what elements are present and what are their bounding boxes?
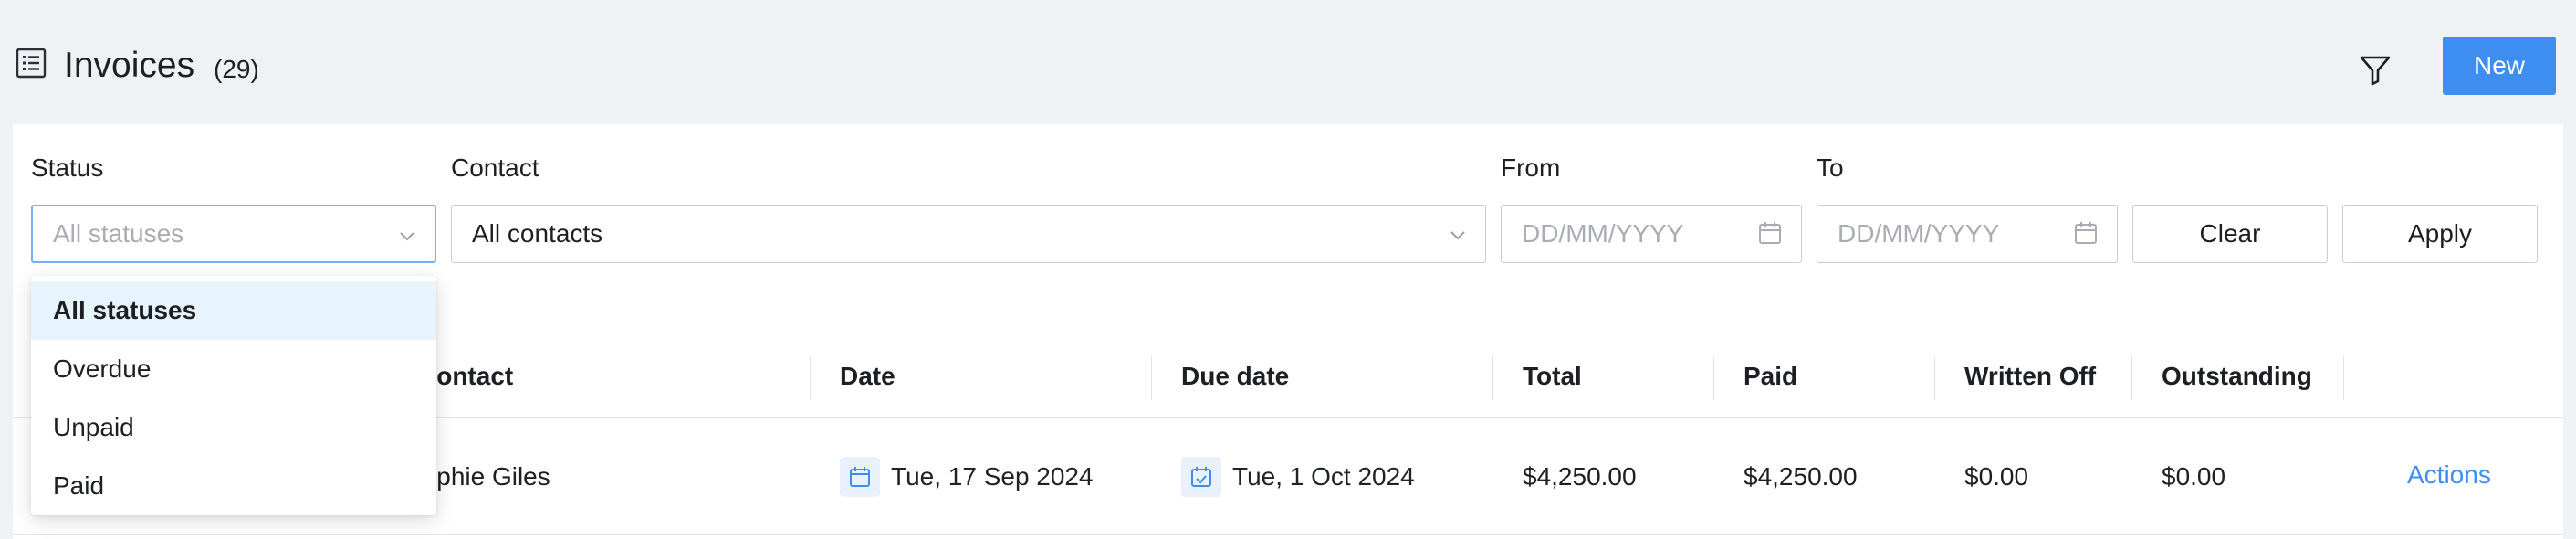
list-icon xyxy=(16,48,47,79)
column-header-outstanding[interactable]: Outstanding xyxy=(2162,356,2312,396)
cell-total: $4,250.00 xyxy=(1523,462,1637,491)
from-date-label: From xyxy=(1501,153,1561,182)
contact-select[interactable]: All contacts xyxy=(451,205,1486,263)
column-header-date[interactable]: Date xyxy=(840,356,895,396)
to-date-placeholder: DD/MM/YYYY xyxy=(1838,219,2000,248)
column-divider xyxy=(1492,356,1493,400)
column-header-total[interactable]: Total xyxy=(1523,356,1582,396)
column-header-due-date[interactable]: Due date xyxy=(1181,356,1289,396)
chevron-down-icon xyxy=(1450,231,1465,240)
to-date-label: To xyxy=(1817,153,1844,182)
status-filter-label: Status xyxy=(31,153,104,182)
filter-funnel-icon[interactable] xyxy=(2358,53,2393,88)
new-invoice-button[interactable]: New xyxy=(2443,37,2556,95)
column-divider xyxy=(810,356,811,400)
status-option-unpaid[interactable]: Unpaid xyxy=(31,398,436,457)
cell-date: Tue, 17 Sep 2024 xyxy=(840,455,1094,499)
apply-filters-button[interactable]: Apply xyxy=(2342,205,2538,263)
column-divider xyxy=(2131,356,2132,400)
column-header-written-off[interactable]: Written Off xyxy=(1964,356,2096,396)
page-header: Invoices (29) New xyxy=(13,7,2563,124)
invoice-count: (29) xyxy=(214,55,259,83)
row-actions-link[interactable]: Actions xyxy=(2407,460,2491,490)
column-divider xyxy=(1713,356,1714,400)
cell-due-date: Tue, 1 Oct 2024 xyxy=(1181,455,1415,499)
column-divider xyxy=(1151,356,1152,400)
status-dropdown-menu: All statuses Overdue Unpaid Paid xyxy=(31,276,436,515)
column-divider xyxy=(1934,356,1935,400)
app-root: Invoices (29) New Status Contact From To… xyxy=(13,7,2563,539)
contact-filter-label: Contact xyxy=(451,153,539,182)
column-header-paid[interactable]: Paid xyxy=(1744,356,1797,396)
status-option-paid[interactable]: Paid xyxy=(31,457,436,515)
status-select-placeholder: All statuses xyxy=(53,219,184,248)
calendar-icon xyxy=(840,457,880,497)
from-date-input[interactable]: DD/MM/YYYY xyxy=(1501,205,1802,263)
from-date-placeholder: DD/MM/YYYY xyxy=(1522,219,1684,248)
calendar-icon[interactable] xyxy=(1757,220,1783,246)
status-select[interactable]: All statuses xyxy=(31,205,436,263)
cell-written-off: $0.00 xyxy=(1964,462,2029,491)
cell-outstanding: $0.00 xyxy=(2162,462,2226,491)
cell-paid: $4,250.00 xyxy=(1744,462,1858,491)
status-option-all[interactable]: All statuses xyxy=(31,281,436,340)
calendar-check-icon xyxy=(1181,457,1221,497)
status-option-overdue[interactable]: Overdue xyxy=(31,340,436,398)
calendar-icon[interactable] xyxy=(2073,220,2099,246)
clear-filters-button[interactable]: Clear xyxy=(2132,205,2328,263)
cell-due-date-text: Tue, 1 Oct 2024 xyxy=(1232,462,1415,491)
column-divider xyxy=(2343,356,2344,400)
page-title: Invoices xyxy=(64,46,195,85)
cell-date-text: Tue, 17 Sep 2024 xyxy=(891,462,1094,491)
chevron-down-icon xyxy=(400,232,414,241)
contact-select-value: All contacts xyxy=(472,219,603,248)
to-date-input[interactable]: DD/MM/YYYY xyxy=(1817,205,2118,263)
